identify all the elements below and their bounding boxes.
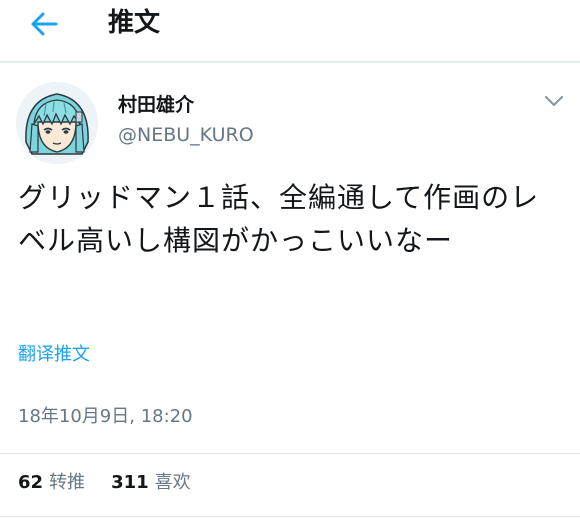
bottom-divider <box>0 516 580 517</box>
chevron-down-icon <box>544 95 564 107</box>
page-title: 推文 <box>108 8 161 38</box>
arrow-left-icon <box>31 12 58 36</box>
tweet-stats: 62 转推 311 喜欢 <box>18 469 191 497</box>
top-bar: 推文 <box>0 0 580 56</box>
retweet-label[interactable]: 转推 <box>49 469 85 497</box>
avatar-illustration <box>16 82 98 164</box>
back-button[interactable] <box>22 8 66 40</box>
like-count[interactable]: 311 <box>111 469 149 497</box>
translate-tweet-link[interactable]: 翻译推文 <box>18 342 90 368</box>
retweet-count[interactable]: 62 <box>18 469 43 497</box>
tweet-text: グリッドマン１話、全編通して作画のレベル高いし構図がかっこいいなー <box>18 181 540 257</box>
meta-divider <box>0 453 580 454</box>
header-divider <box>0 61 580 63</box>
user-handle[interactable]: @NEBU_KURO <box>118 122 254 148</box>
avatar[interactable] <box>16 82 98 164</box>
display-name[interactable]: 村田雄介 <box>118 92 194 118</box>
like-label[interactable]: 喜欢 <box>155 469 191 497</box>
tweet-timestamp: 18年10月9日, 18:20 <box>18 406 193 427</box>
tweet-menu-button[interactable] <box>541 90 567 112</box>
